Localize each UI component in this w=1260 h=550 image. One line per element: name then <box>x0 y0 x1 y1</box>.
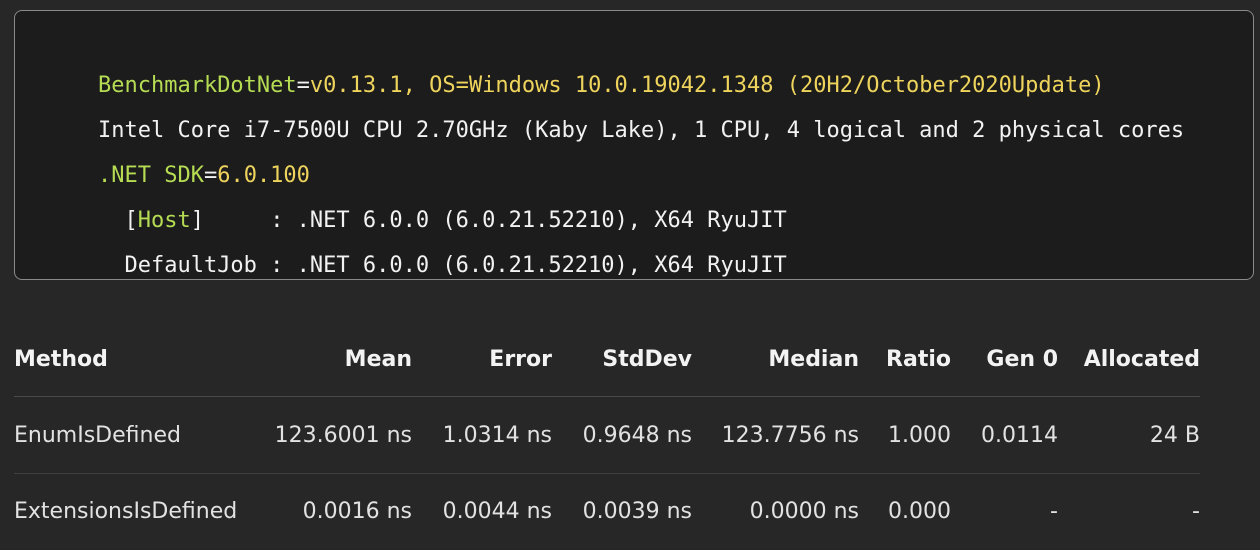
table-header-row: Method Mean Error StdDev Median Ratio Ge… <box>14 323 1200 397</box>
table-row: EnumIsDefined 123.6001 ns 1.0314 ns 0.96… <box>14 397 1200 473</box>
cell-error: 0.0044 ns <box>442 499 552 524</box>
cell-method: ExtensionsIsDefined <box>14 499 238 524</box>
code-line-default-job: DefaultJob : .NET 6.0.0 (6.0.21.52210), … <box>45 221 787 279</box>
header-allocated: Allocated <box>1083 347 1200 372</box>
cell-error: 1.0314 ns <box>442 422 552 448</box>
benchmark-results-table: Method Mean Error StdDev Median Ratio Ge… <box>14 323 1200 549</box>
cell-ratio: 0.000 <box>888 499 951 524</box>
cell-allocated: - <box>1192 499 1200 524</box>
cell-gen0: 0.0114 <box>981 422 1058 448</box>
cell-stddev: 0.9648 ns <box>582 422 692 448</box>
benchmark-environment-code-block: BenchmarkDotNet=v0.13.1, OS=Windows 10.0… <box>14 10 1254 280</box>
cell-ratio: 1.000 <box>888 422 951 448</box>
cell-gen0: - <box>1050 499 1058 524</box>
table-row: ExtensionsIsDefined 0.0016 ns 0.0044 ns … <box>14 473 1200 549</box>
cell-median: 123.7756 ns <box>721 422 859 448</box>
cell-median: 0.0000 ns <box>749 499 859 524</box>
cell-allocated: 24 B <box>1149 422 1200 448</box>
header-method: Method <box>14 347 108 372</box>
header-stddev: StdDev <box>602 347 692 372</box>
header-error: Error <box>489 347 552 372</box>
cell-stddev: 0.0039 ns <box>582 499 692 524</box>
header-gen0: Gen 0 <box>986 347 1058 372</box>
header-ratio: Ratio <box>886 347 951 372</box>
cell-mean: 123.6001 ns <box>274 422 412 448</box>
header-median: Median <box>768 347 859 372</box>
cell-mean: 0.0016 ns <box>302 499 412 524</box>
code-token-default-job: DefaultJob : .NET 6.0.0 (6.0.21.52210), … <box>97 253 787 278</box>
cell-method: EnumIsDefined <box>14 422 181 448</box>
header-mean: Mean <box>344 347 412 372</box>
